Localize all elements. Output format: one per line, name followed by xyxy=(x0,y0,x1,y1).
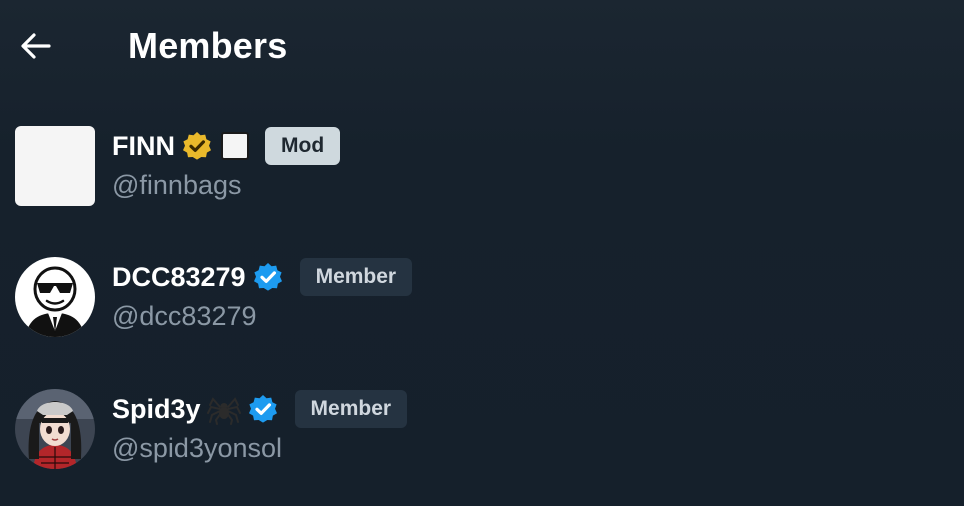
avatar[interactable] xyxy=(15,257,95,337)
display-name: Spid3y xyxy=(112,393,201,424)
member-row-dcc83279[interactable]: DCC83279 Member @dcc83279 xyxy=(0,257,964,373)
name-line: DCC83279 Member xyxy=(112,257,413,297)
gold-verified-icon[interactable] xyxy=(181,130,213,162)
handle: @finnbags xyxy=(112,170,242,200)
handle: @spid3yonsol xyxy=(112,433,283,463)
back-arrow-icon xyxy=(21,33,51,59)
header: Members xyxy=(0,0,964,92)
page-title: Members xyxy=(128,25,288,66)
avatar[interactable] xyxy=(15,126,95,206)
member-row-spid3y[interactable]: Spid3y Member @spid3yonsol xyxy=(0,389,964,505)
avatar[interactable] xyxy=(15,389,95,469)
spider-emoji xyxy=(206,397,241,425)
role-badge-mod: Mod xyxy=(265,127,341,165)
role-badge-member: Member xyxy=(294,390,408,428)
member-row-finn[interactable]: FINN Mod @finnbags xyxy=(0,126,964,242)
name-line: Spid3y Member xyxy=(112,389,408,429)
anime-girl-avatar-icon xyxy=(15,389,95,469)
name-line: FINN Mod xyxy=(112,126,341,166)
back-button[interactable] xyxy=(16,26,56,66)
white-square-emoji xyxy=(221,132,249,160)
blue-verified-icon[interactable] xyxy=(252,261,284,293)
blue-verified-icon[interactable] xyxy=(247,393,279,425)
display-name: DCC83279 xyxy=(112,261,246,292)
role-badge-member: Member xyxy=(299,258,413,296)
sunglasses-man-avatar-icon xyxy=(15,257,95,337)
members-page: Members FINN Mod @finnbags DCC83279 Memb… xyxy=(0,0,964,506)
handle: @dcc83279 xyxy=(112,301,257,331)
display-name: FINN xyxy=(112,130,175,161)
